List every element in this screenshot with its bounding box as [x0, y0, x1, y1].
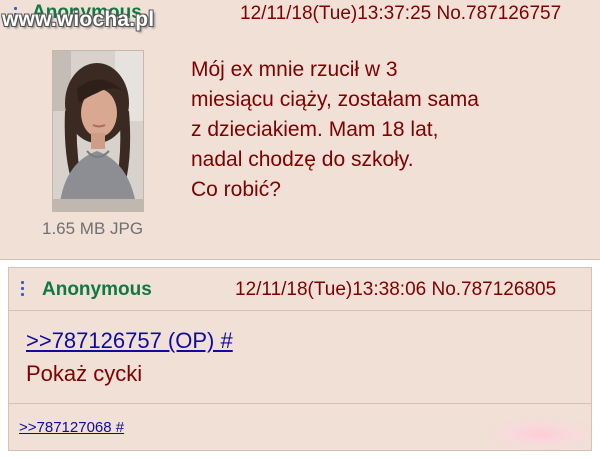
- post-message: Mój ex mnie rzucił w 3 miesiącu ciąży, z…: [191, 55, 479, 205]
- post-menu-icon[interactable]: [21, 281, 24, 296]
- pink-smudge: [486, 418, 596, 450]
- message-line: z dzieciakiem. Mam 18 lat,: [191, 118, 439, 141]
- reply-header: Anonymous 12/11/18(Tue)13:38:06 No.78712…: [9, 268, 591, 311]
- file-info: 1.65 MB JPG: [42, 219, 144, 238]
- message-line: miesiącu ciąży, zostałam sama: [191, 88, 479, 111]
- poster-name: Anonymous: [42, 279, 152, 300]
- site-watermark: www.wiocha.pl: [2, 8, 155, 31]
- post-meta[interactable]: 12/11/18(Tue)13:37:25 No.787126757: [240, 3, 561, 25]
- post-message: Pokaż cycki: [26, 361, 143, 386]
- quote-link[interactable]: >>787126757 (OP) #: [26, 328, 233, 354]
- portrait-photo: [53, 51, 143, 211]
- message-line: Co robić?: [191, 178, 281, 201]
- attached-image-thumbnail[interactable]: [52, 50, 144, 212]
- message-line: nadal chodzę do szkoły.: [191, 148, 414, 171]
- original-post: Anonymous 12/11/18(Tue)13:37:25 No.78712…: [0, 0, 600, 260]
- message-line: Mój ex mnie rzucił w 3: [191, 58, 398, 81]
- backlink[interactable]: >>787127068 #: [19, 419, 124, 436]
- post-meta[interactable]: 12/11/18(Tue)13:38:06 No.787126805: [235, 279, 556, 301]
- reply-body: >>787126757 (OP) # Pokaż cycki: [9, 311, 591, 403]
